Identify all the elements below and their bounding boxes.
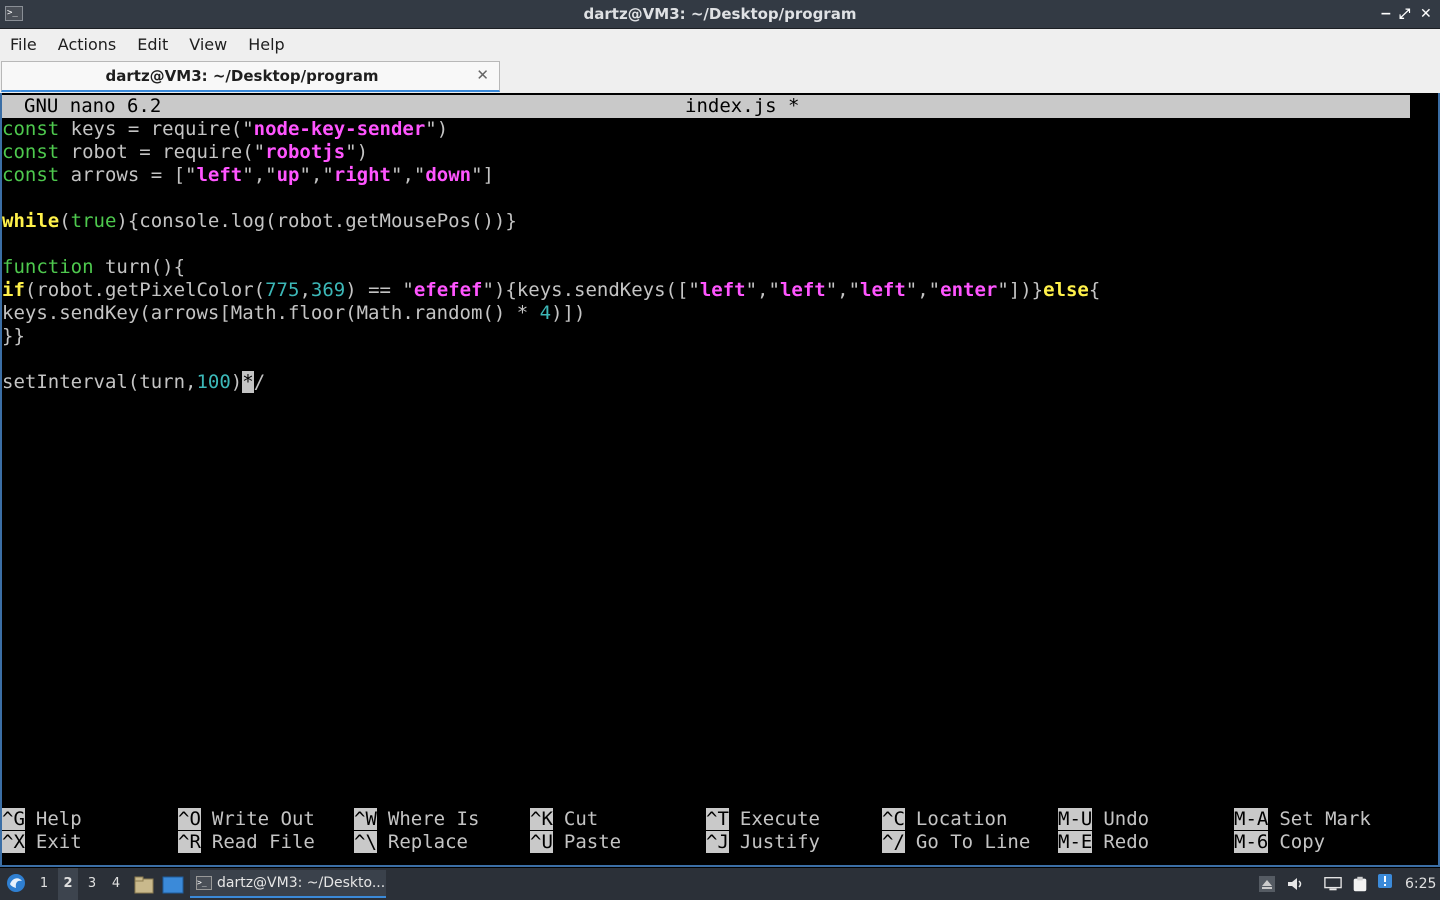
shortcut-location[interactable]: ^C Location <box>882 808 1007 831</box>
taskbar: 1 2 3 4 >_ dartz@VM3: ~/Deskto... 6:25 <box>0 868 1440 900</box>
network-icon[interactable] <box>1324 875 1342 893</box>
menu-file[interactable]: File <box>10 35 37 54</box>
workspace-2[interactable]: 2 <box>58 868 78 900</box>
text-cursor: * <box>242 371 254 393</box>
task-label: dartz@VM3: ~/Deskto... <box>217 875 386 891</box>
shortcut-redo[interactable]: M-E Redo <box>1058 831 1149 854</box>
shortcut-execute[interactable]: ^T Execute <box>706 808 820 831</box>
close-window-icon[interactable]: ✕ <box>1420 0 1432 29</box>
nano-version: GNU nano 6.2 <box>24 95 162 117</box>
window-title: dartz@VM3: ~/Desktop/program <box>583 5 857 23</box>
code-line[interactable]: if(robot.getPixelColor(775,369) == "efef… <box>2 279 1100 302</box>
code-line[interactable]: while(true){console.log(robot.getMousePo… <box>2 210 517 233</box>
shortcut-undo[interactable]: M-U Undo <box>1058 808 1149 831</box>
terminal-area[interactable]: GNU nano 6.2 index.js * const keys = req… <box>0 93 1440 867</box>
file-manager-icon[interactable] <box>134 875 154 900</box>
shortcut-justify[interactable]: ^J Justify <box>706 831 820 854</box>
tab-label: dartz@VM3: ~/Desktop/program <box>105 67 379 85</box>
code-line[interactable]: setInterval(turn,100)*/ <box>2 371 265 394</box>
shortcut-copy[interactable]: M-6 Copy <box>1234 831 1325 854</box>
shortcut-go-to-line[interactable]: ^/Go To Line <box>882 831 1030 854</box>
nano-header: GNU nano 6.2 index.js * <box>2 95 1410 118</box>
volume-icon[interactable] <box>1286 875 1304 893</box>
start-menu-icon[interactable] <box>5 871 27 900</box>
eject-icon[interactable] <box>1258 875 1276 893</box>
code-line[interactable]: const keys = require("node-key-sender") <box>2 118 448 141</box>
code-line[interactable]: const arrows = ["left","up","right","dow… <box>2 164 494 187</box>
window-titlebar[interactable]: >_ dartz@VM3: ~/Desktop/program − ⤢ ✕ <box>0 0 1440 29</box>
terminal-tab[interactable]: dartz@VM3: ~/Desktop/program ✕ <box>1 61 500 92</box>
menu-help[interactable]: Help <box>248 35 284 54</box>
shortcut-exit[interactable]: ^X Exit <box>2 831 82 854</box>
maximize-icon[interactable]: ⤢ <box>1399 0 1410 29</box>
desktop-icon[interactable] <box>162 875 184 900</box>
tab-close-icon[interactable]: ✕ <box>476 66 489 84</box>
shortcut-help[interactable]: ^G Help <box>2 808 82 831</box>
code-line[interactable]: }} <box>2 325 25 348</box>
minimize-icon[interactable]: − <box>1380 0 1392 29</box>
menu-actions[interactable]: Actions <box>58 35 116 54</box>
workspace-1[interactable]: 1 <box>34 868 54 900</box>
shortcut-set-mark[interactable]: M-A Set Mark <box>1234 808 1371 831</box>
menu-view[interactable]: View <box>189 35 227 54</box>
update-notifier-icon[interactable] <box>1377 873 1395 891</box>
shortcut-cut[interactable]: ^K Cut <box>530 808 598 831</box>
code-line[interactable]: function turn(){ <box>2 256 185 279</box>
terminal-icon: >_ <box>196 876 212 890</box>
shortcut-read-file[interactable]: ^R Read File <box>178 831 315 854</box>
code-line[interactable]: keys.sendKey(arrows[Math.floor(Math.rand… <box>2 302 585 325</box>
clipboard-icon[interactable] <box>1351 875 1369 893</box>
nano-filename: index.js * <box>685 95 800 117</box>
taskbar-terminal-task[interactable]: >_ dartz@VM3: ~/Deskto... <box>190 870 386 898</box>
shortcut-paste[interactable]: ^U Paste <box>530 831 621 854</box>
menu-bar: File Actions Edit View Help <box>0 29 1440 59</box>
code-line[interactable]: const robot = require("robotjs") <box>2 141 368 164</box>
shortcut-write-out[interactable]: ^O Write Out <box>178 808 315 831</box>
workspace-3[interactable]: 3 <box>82 868 102 900</box>
shortcut-where-is[interactable]: ^W Where Is <box>354 808 479 831</box>
menu-edit[interactable]: Edit <box>137 35 168 54</box>
clock[interactable]: 6:25 <box>1405 868 1436 900</box>
tab-bar: dartz@VM3: ~/Desktop/program ✕ <box>0 59 1440 93</box>
workspace-4[interactable]: 4 <box>106 868 126 900</box>
shortcut-replace[interactable]: ^\ Replace <box>354 831 468 854</box>
